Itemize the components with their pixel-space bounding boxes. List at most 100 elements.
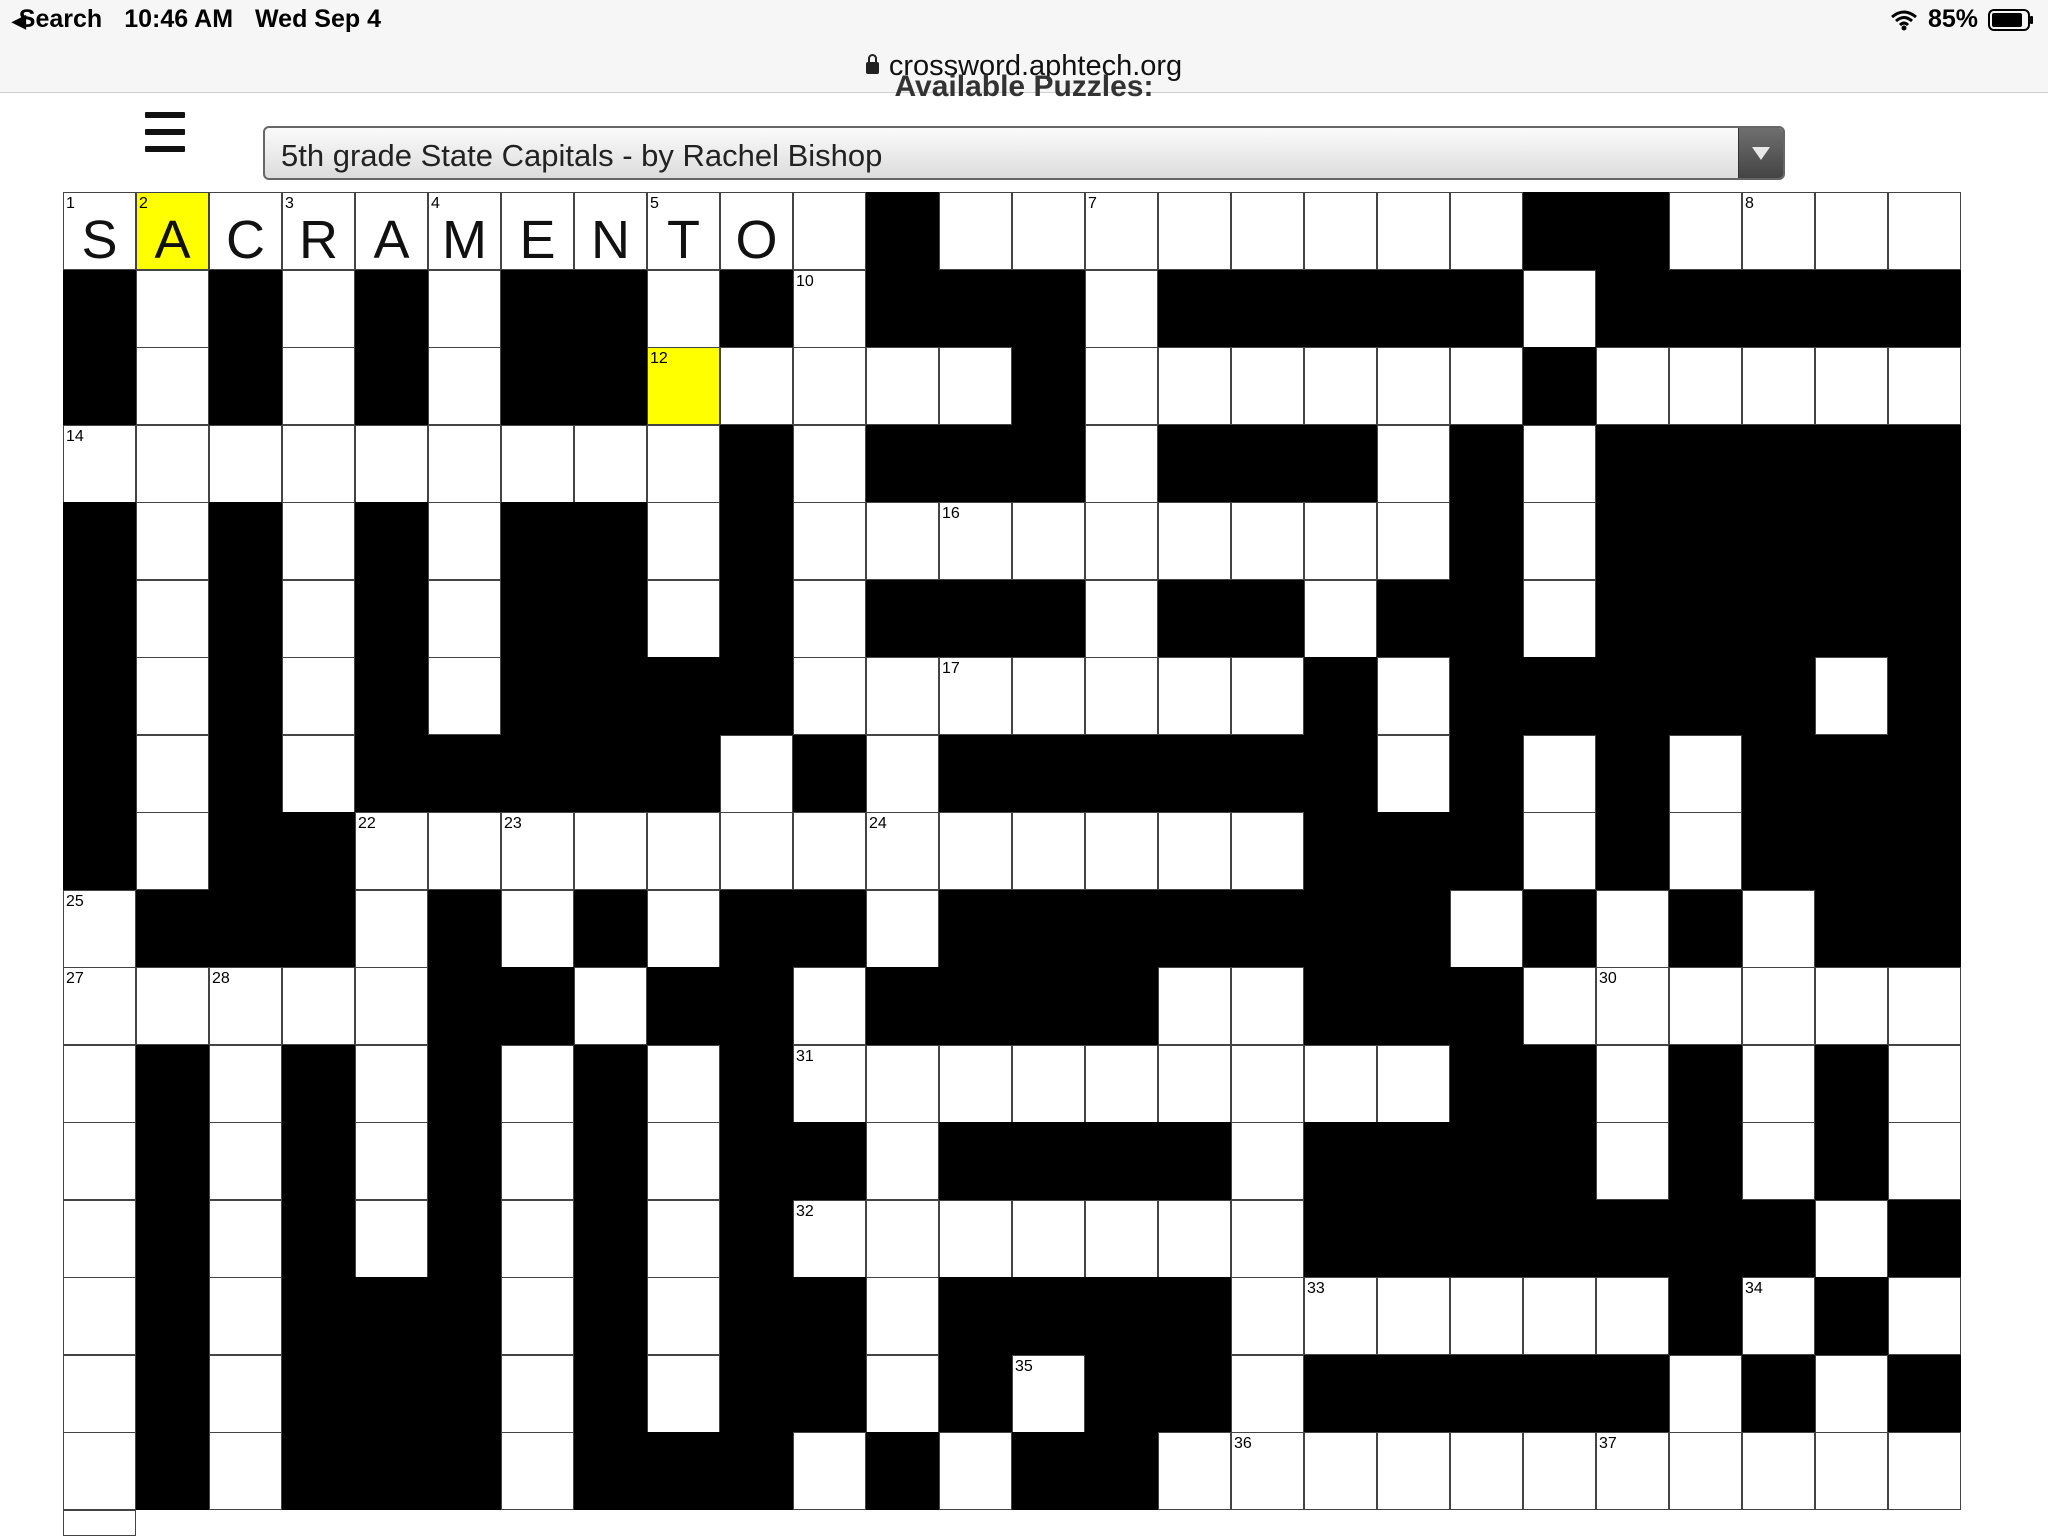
crossword-cell[interactable] (63, 1432, 136, 1510)
crossword-cell[interactable] (866, 502, 939, 580)
crossword-cell[interactable] (1085, 502, 1158, 580)
crossword-cell[interactable] (282, 967, 355, 1045)
crossword-cell[interactable]: 28 (209, 967, 282, 1045)
crossword-cell[interactable] (1815, 192, 1888, 270)
crossword-cell[interactable]: O (720, 192, 793, 270)
crossword-cell[interactable] (720, 812, 793, 890)
crossword-cell[interactable] (501, 1277, 574, 1355)
crossword-cell[interactable]: 33 (1304, 1277, 1377, 1355)
crossword-cell[interactable] (355, 425, 428, 503)
crossword-cell[interactable] (574, 425, 647, 503)
crossword-cell[interactable] (1158, 967, 1231, 1045)
crossword-cell[interactable]: 36 (1231, 1432, 1304, 1510)
crossword-cell[interactable] (720, 347, 793, 425)
crossword-cell[interactable] (939, 1200, 1012, 1278)
crossword-cell[interactable] (428, 502, 501, 580)
crossword-cell[interactable]: 30 (1596, 967, 1669, 1045)
crossword-cell[interactable] (428, 580, 501, 658)
crossword-cell[interactable] (428, 347, 501, 425)
crossword-cell[interactable] (1523, 1277, 1596, 1355)
crossword-cell[interactable] (282, 657, 355, 735)
crossword-cell[interactable] (1669, 812, 1742, 890)
crossword-cell[interactable] (428, 812, 501, 890)
crossword-cell[interactable] (501, 1432, 574, 1510)
crossword-cell[interactable] (1085, 425, 1158, 503)
crossword-cell[interactable] (866, 1122, 939, 1200)
crossword-cell[interactable] (939, 1432, 1012, 1510)
crossword-cell[interactable] (501, 1045, 574, 1123)
crossword-cell[interactable] (501, 425, 574, 503)
crossword-cell[interactable] (647, 502, 720, 580)
crossword-cell[interactable] (136, 735, 209, 813)
crossword-cell[interactable]: 1S (63, 192, 136, 270)
crossword-cell[interactable] (1523, 502, 1596, 580)
crossword-cell[interactable] (1888, 347, 1961, 425)
crossword-cell[interactable] (1377, 735, 1450, 813)
crossword-cell[interactable] (647, 270, 720, 348)
crossword-cell[interactable] (1377, 347, 1450, 425)
crossword-cell[interactable] (63, 1122, 136, 1200)
crossword-cell[interactable] (1523, 1432, 1596, 1510)
crossword-cell[interactable] (939, 812, 1012, 890)
crossword-cell[interactable] (793, 967, 866, 1045)
crossword-cell[interactable] (1888, 1277, 1961, 1355)
crossword-cell[interactable] (866, 347, 939, 425)
crossword-cell[interactable] (1231, 1277, 1304, 1355)
crossword-cell[interactable] (501, 1122, 574, 1200)
crossword-cell[interactable] (1888, 1122, 1961, 1200)
crossword-cell[interactable] (1304, 347, 1377, 425)
crossword-cell[interactable]: A (355, 192, 428, 270)
crossword-cell[interactable] (866, 735, 939, 813)
crossword-cell[interactable] (63, 1355, 136, 1433)
crossword-cell[interactable] (1669, 735, 1742, 813)
crossword-cell[interactable] (1377, 657, 1450, 735)
crossword-cell[interactable] (136, 657, 209, 735)
dropdown-arrow-icon[interactable] (1738, 128, 1783, 178)
crossword-cell[interactable] (1231, 502, 1304, 580)
crossword-cell[interactable] (355, 1045, 428, 1123)
crossword-cell[interactable] (209, 1432, 282, 1510)
crossword-cell[interactable] (1231, 1045, 1304, 1123)
crossword-cell[interactable] (1012, 657, 1085, 735)
crossword-cell[interactable] (647, 812, 720, 890)
crossword-cell[interactable] (1085, 812, 1158, 890)
crossword-cell[interactable] (1815, 657, 1888, 735)
crossword-cell[interactable]: 7 (1085, 192, 1158, 270)
crossword-cell[interactable] (647, 1122, 720, 1200)
crossword-cell[interactable] (793, 502, 866, 580)
crossword-cell[interactable]: 31 (793, 1045, 866, 1123)
crossword-cell[interactable] (63, 1045, 136, 1123)
hamburger-menu-icon[interactable] (145, 112, 185, 156)
crossword-cell[interactable] (647, 580, 720, 658)
crossword-cell[interactable] (939, 347, 1012, 425)
crossword-cell[interactable] (1669, 1355, 1742, 1433)
crossword-cell[interactable]: 8 (1742, 192, 1815, 270)
crossword-cell[interactable] (1450, 192, 1523, 270)
crossword-cell[interactable] (63, 1200, 136, 1278)
crossword-cell[interactable] (136, 347, 209, 425)
crossword-cell[interactable] (1742, 967, 1815, 1045)
crossword-cell[interactable] (793, 192, 866, 270)
crossword-cell[interactable]: 4M (428, 192, 501, 270)
crossword-cell[interactable] (1523, 270, 1596, 348)
crossword-cell[interactable] (1158, 812, 1231, 890)
crossword-cell[interactable] (136, 580, 209, 658)
crossword-cell[interactable] (1888, 1045, 1961, 1123)
crossword-cell[interactable]: 5T (647, 192, 720, 270)
crossword-cell[interactable] (1304, 1432, 1377, 1510)
crossword-cell[interactable]: 23 (501, 812, 574, 890)
crossword-cell[interactable] (1450, 347, 1523, 425)
crossword-cell[interactable] (1815, 1355, 1888, 1433)
crossword-cell[interactable]: N (574, 192, 647, 270)
crossword-cell[interactable] (1377, 425, 1450, 503)
crossword-cell[interactable] (1304, 580, 1377, 658)
crossword-cell[interactable] (501, 890, 574, 968)
crossword-cell[interactable] (209, 1355, 282, 1433)
crossword-cell[interactable] (209, 1200, 282, 1278)
back-to-search-link[interactable]: ◀ Search (12, 5, 102, 34)
crossword-cell[interactable] (1012, 1200, 1085, 1278)
crossword-cell[interactable] (1669, 967, 1742, 1045)
crossword-cell[interactable] (720, 735, 793, 813)
crossword-cell[interactable] (1888, 1432, 1961, 1510)
crossword-cell[interactable] (1377, 192, 1450, 270)
